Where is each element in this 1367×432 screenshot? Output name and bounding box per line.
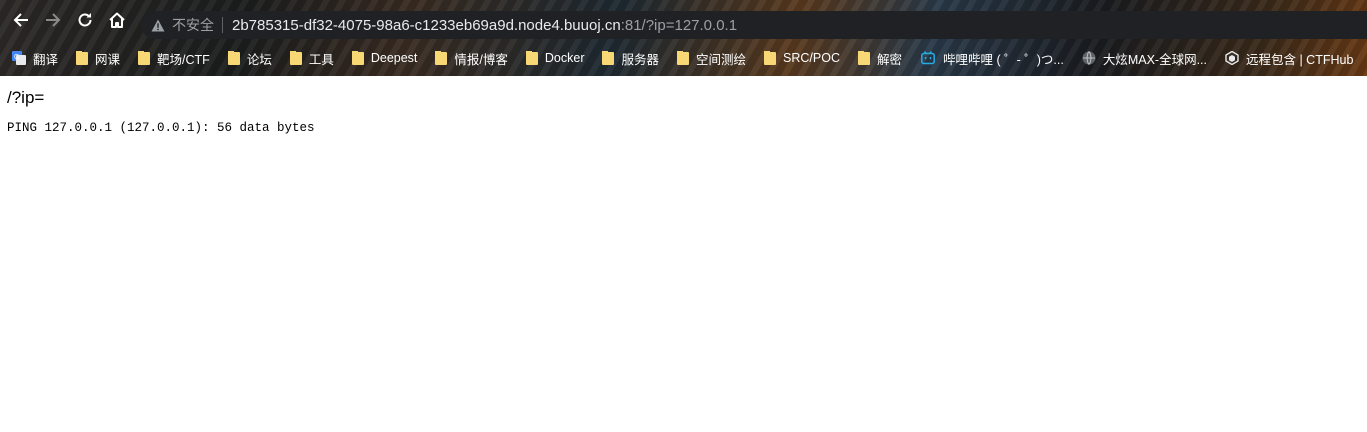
folder-icon — [76, 50, 89, 65]
google-translate-icon: G — [12, 51, 26, 65]
ctfhub-icon — [1225, 51, 1239, 65]
globe-icon — [1082, 51, 1096, 65]
folder-icon — [677, 50, 689, 65]
folder-icon — [289, 50, 302, 65]
security-label[interactable]: 不安全 — [172, 15, 214, 35]
bookmark-label: Docker — [544, 51, 585, 65]
bookmark-label: SRC/POC — [783, 51, 840, 65]
bookmark-folder[interactable]: Deepest — [351, 50, 418, 65]
bookmark-folder[interactable]: 网课 — [76, 49, 120, 68]
bookmark-label: 服务器 — [621, 52, 659, 67]
folder-icon — [764, 50, 777, 65]
bookmark-label: 空间测绘 — [696, 52, 747, 67]
folder-icon — [435, 50, 448, 65]
folder-icon — [351, 50, 364, 65]
bookmark-label: 大炫MAX-全球网... — [1102, 52, 1207, 67]
browser-chrome: 不安全 2b785315-df32-4075-98a6-c1233eb69a9d… — [0, 0, 1367, 76]
bookmark-label: 情报/博客 — [454, 52, 508, 67]
param-text: /?ip= — [7, 88, 45, 107]
bookmark-folder[interactable]: Docker — [525, 50, 585, 65]
bookmark-label: 靶场/CTF — [157, 52, 210, 67]
forward-arrow-icon — [46, 13, 61, 27]
bookmark-folder[interactable]: 空间测绘 — [677, 49, 746, 68]
bookmark-item[interactable]: 大炫MAX-全球网... — [1082, 49, 1207, 68]
bookmark-label: Deepest — [370, 51, 418, 65]
folder-icon — [525, 50, 538, 65]
url-host: 2b785315-df32-4075-98a6-c1233eb69a9d.nod… — [232, 16, 621, 34]
page-content: /?ip= PING 127.0.0.1 (127.0.0.1): 56 dat… — [0, 76, 1367, 135]
bookmark-label: 工具 — [308, 52, 334, 67]
bookmark-label: 解密 — [876, 52, 902, 67]
svg-text:G: G — [14, 54, 19, 61]
folder-icon — [138, 50, 151, 65]
bookmark-folder[interactable]: 工具 — [289, 49, 334, 68]
folder-icon — [857, 50, 870, 65]
bookmark-label: 翻译 — [33, 52, 59, 67]
url-text[interactable]: 2b785315-df32-4075-98a6-c1233eb69a9d.nod… — [232, 17, 737, 34]
forward-button[interactable] — [42, 9, 64, 31]
folder-icon — [602, 50, 615, 65]
bookmark-folder[interactable]: 论坛 — [227, 49, 272, 68]
divider — [222, 17, 223, 33]
warning-icon[interactable] — [150, 17, 166, 33]
back-arrow-icon — [13, 13, 28, 27]
home-icon — [109, 12, 125, 28]
bookmark-folder[interactable]: 解密 — [857, 49, 902, 68]
reload-icon — [78, 13, 92, 27]
home-button[interactable] — [106, 9, 128, 31]
bookmark-item[interactable]: 远程包含 | CTFHub — [1225, 49, 1353, 68]
folder-icon — [227, 50, 240, 65]
bookmark-label: 论坛 — [246, 52, 272, 67]
bookmark-folder[interactable]: 情报/博客 — [435, 49, 508, 68]
bookmark-label: 哔哩哔哩 ( ゜- ゜)つ... — [942, 52, 1064, 67]
bookmark-folder[interactable]: 靶场/CTF — [138, 49, 210, 68]
bookmark-folder[interactable]: 服务器 — [602, 49, 659, 68]
ping-output: PING 127.0.0.1 (127.0.0.1): 56 data byte… — [7, 121, 315, 135]
reload-button[interactable] — [74, 9, 96, 31]
bookmark-label: 网课 — [95, 52, 121, 67]
address-bar[interactable]: 不安全 2b785315-df32-4075-98a6-c1233eb69a9d… — [141, 11, 1367, 39]
bookmarks-bar: G 翻译 网课 靶场/CTF 论坛 工具 Deepest 情报/博客 Docke… — [0, 40, 1367, 76]
bookmark-label: 远程包含 | CTFHub — [1245, 52, 1354, 67]
bilibili-icon — [921, 51, 935, 65]
bookmark-item[interactable]: 哔哩哔哩 ( ゜- ゜)つ... — [920, 49, 1064, 68]
back-button[interactable] — [10, 9, 32, 31]
toolbar: 不安全 2b785315-df32-4075-98a6-c1233eb69a9d… — [0, 0, 1367, 40]
bookmark-item[interactable]: G 翻译 — [12, 49, 58, 68]
bookmark-folder[interactable]: SRC/POC — [764, 50, 840, 65]
url-path: :81/?ip=127.0.0.1 — [620, 16, 738, 34]
